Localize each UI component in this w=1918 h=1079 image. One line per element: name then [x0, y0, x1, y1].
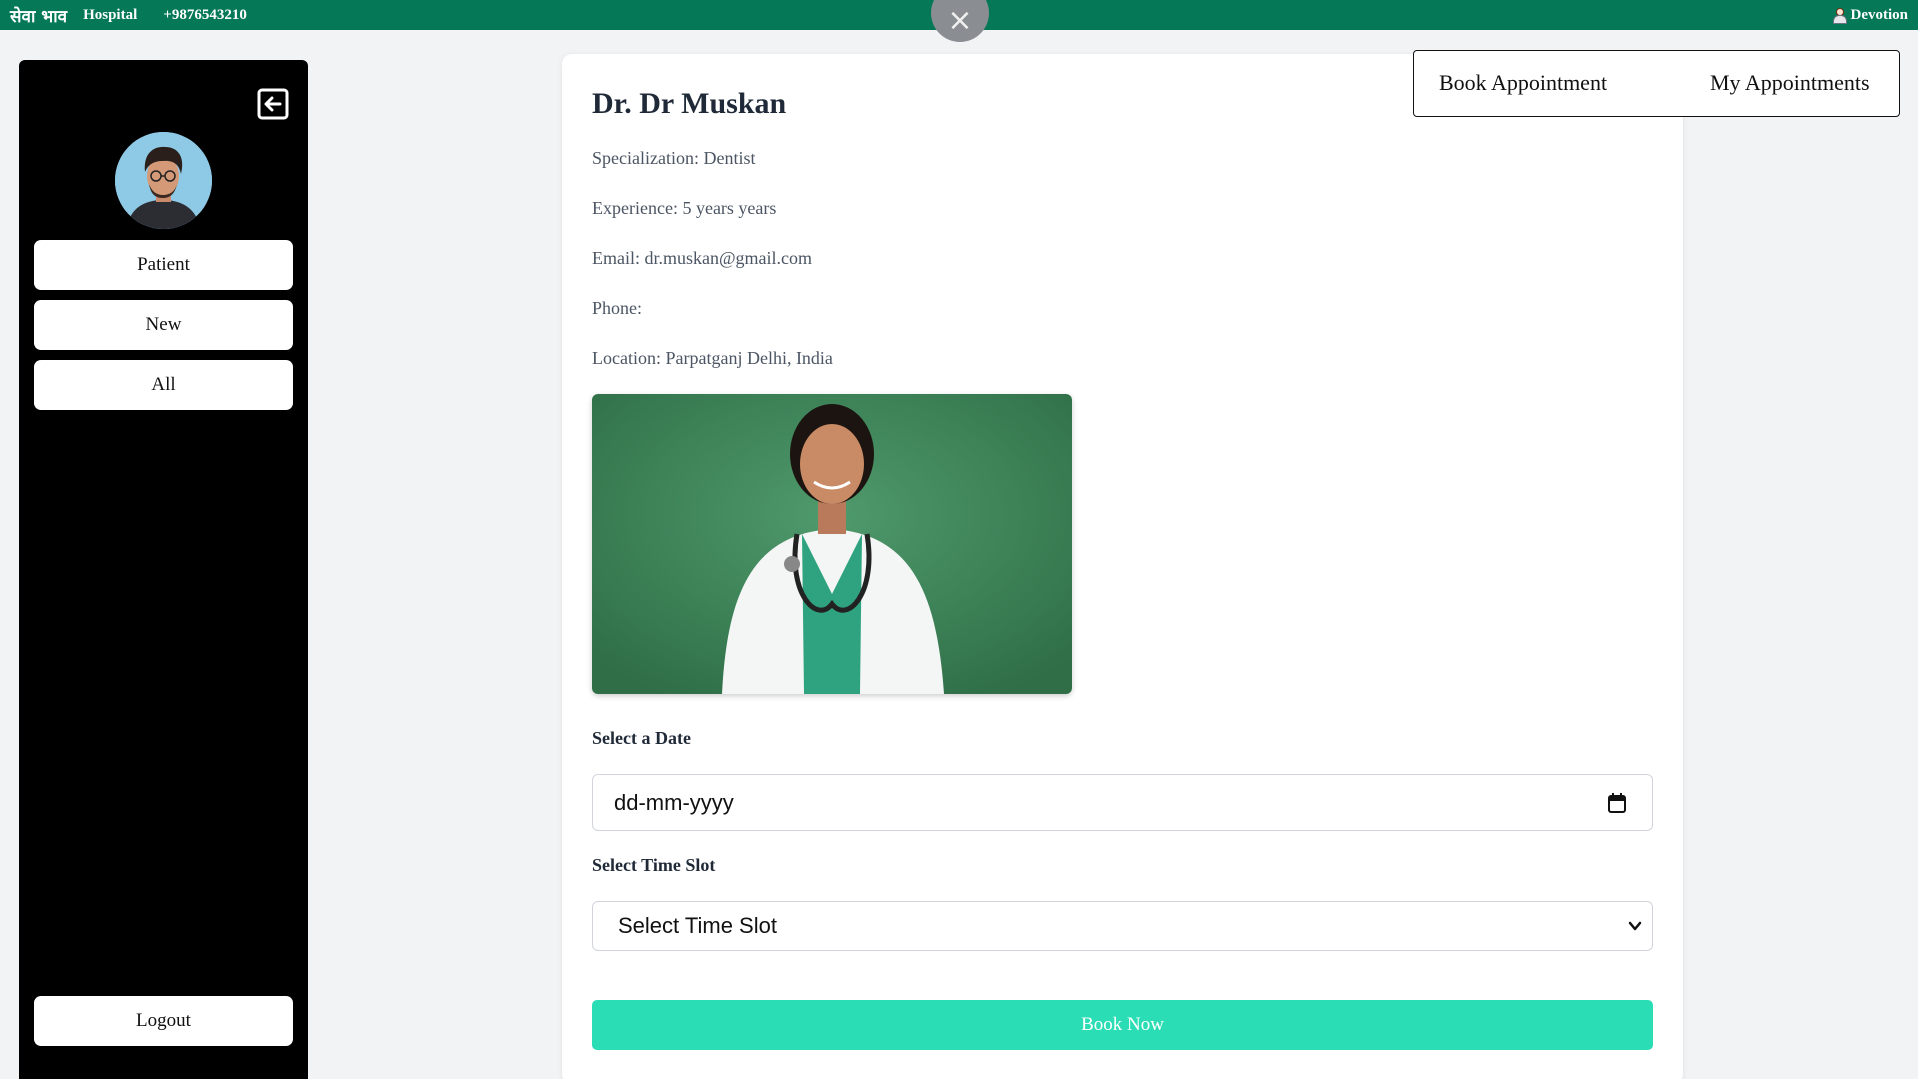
logout-button[interactable]: Logout — [34, 996, 293, 1046]
user-icon — [1832, 8, 1847, 24]
date-placeholder: dd-mm-yyyy — [614, 789, 734, 815]
user-menu[interactable]: Devotion — [1832, 0, 1909, 30]
time-slot-select[interactable]: Select Time Slot — [592, 901, 1653, 951]
time-slot-value: Select Time Slot — [618, 913, 777, 938]
sidebar-item-patient[interactable]: Patient — [34, 240, 293, 290]
tab-my-appointments[interactable]: My Appointments — [1710, 70, 1870, 96]
doctor-photo — [592, 394, 1072, 694]
doctor-experience: Experience: 5 years years — [592, 198, 777, 218]
sidebar: Patient New All Logout — [19, 60, 308, 1079]
doctor-location: Location: Parpatganj Delhi, India — [592, 348, 833, 368]
brand-name: सेवा भाव — [10, 6, 68, 27]
hospital-label: Hospital — [83, 6, 138, 23]
avatar — [115, 132, 212, 229]
date-label: Select a Date — [592, 728, 691, 748]
close-icon[interactable]: × — [931, 0, 989, 42]
book-now-button[interactable]: Book Now — [592, 1000, 1653, 1050]
phone-number: +9876543210 — [163, 6, 247, 23]
arrow-left-square-icon[interactable] — [257, 88, 289, 120]
time-slot-label: Select Time Slot — [592, 855, 716, 875]
calendar-icon[interactable] — [1608, 793, 1626, 813]
tab-book-appointment[interactable]: Book Appointment — [1439, 70, 1607, 96]
doctor-name: Dr. Dr Muskan — [592, 87, 787, 120]
doctor-specialization: Specialization: Dentist — [592, 148, 756, 168]
sidebar-item-all[interactable]: All — [34, 360, 293, 410]
appointment-tabs: Book Appointment My Appointments — [1413, 50, 1900, 117]
doctor-card: Dr. Dr Muskan Specialization: Dentist Ex… — [562, 54, 1683, 1079]
date-input[interactable]: dd-mm-yyyy — [592, 774, 1653, 831]
chevron-down-icon — [1628, 921, 1642, 931]
doctor-phone: Phone: — [592, 298, 643, 318]
doctor-email: Email: dr.muskan@gmail.com — [592, 248, 813, 268]
user-name: Devotion — [1850, 6, 1909, 23]
sidebar-item-new[interactable]: New — [34, 300, 293, 350]
